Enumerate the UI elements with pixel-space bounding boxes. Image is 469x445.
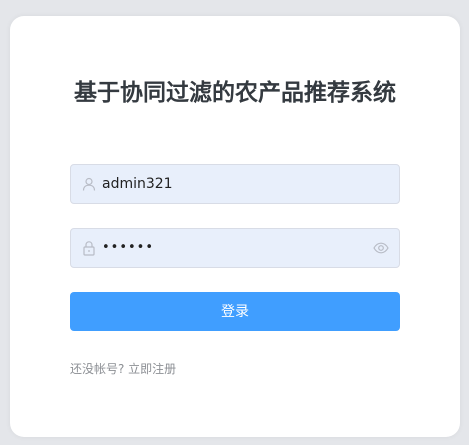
login-button[interactable]: 登录 [70,292,400,331]
password-field-wrapper[interactable]: •••••• [70,228,400,268]
lock-icon [81,240,97,256]
password-input[interactable]: •••••• [102,229,362,267]
username-field-wrapper[interactable] [70,164,400,204]
page-title: 基于协同过滤的农产品推荐系统 [74,80,396,106]
user-icon [81,176,97,192]
register-link[interactable]: 还没帐号? 立即注册 [70,360,176,377]
eye-icon[interactable] [373,240,389,256]
username-input[interactable] [102,165,362,203]
login-card: 基于协同过滤的农产品推荐系统 •••••• 登录 还没帐号? 立即注册 [10,16,460,437]
